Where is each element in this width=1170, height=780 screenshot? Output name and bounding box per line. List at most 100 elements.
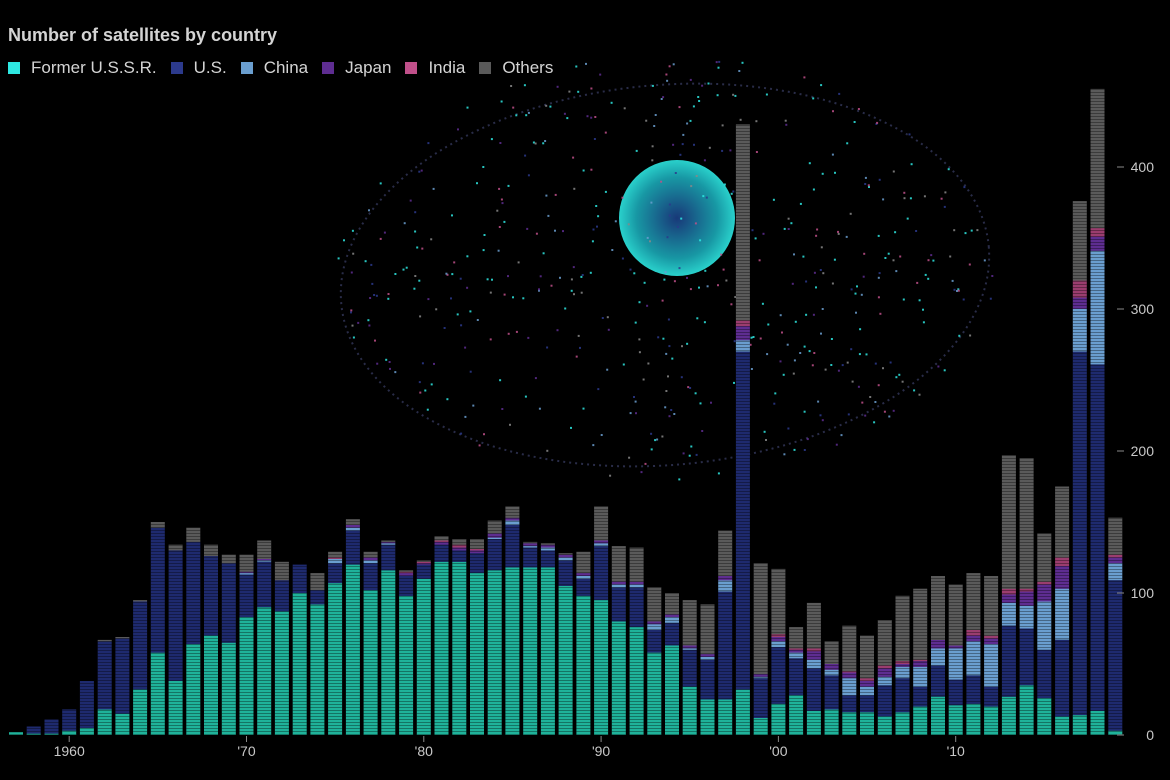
bar-segment-texture [558, 553, 573, 555]
bar-segment-texture [239, 617, 254, 735]
satellite-dot [859, 328, 862, 331]
satellite-dot [840, 434, 843, 437]
bar-segment-texture [860, 695, 874, 713]
satellite-dot [693, 143, 695, 146]
bar-segment-texture [611, 581, 626, 585]
bar-segment-texture [877, 685, 892, 717]
bar-segment-texture [895, 678, 910, 713]
bar-segment-texture [611, 621, 626, 735]
bar-segment-texture [931, 665, 945, 697]
satellite-dot [482, 166, 485, 168]
bar-segment-texture [806, 668, 821, 711]
bar-segment-texture [576, 578, 591, 596]
bar-segment-texture [877, 716, 892, 735]
bar-stack [966, 573, 981, 735]
bar-segment-texture [523, 546, 538, 548]
satellite-dot [644, 462, 647, 465]
satellite-dot [544, 140, 547, 142]
bar-segment-texture [1019, 591, 1034, 606]
satellite-dot [877, 276, 880, 279]
satellite-dot [650, 448, 653, 451]
satellite-dot [876, 121, 879, 124]
bar-segment-texture [665, 614, 679, 618]
satellite-dot [627, 223, 630, 226]
bar-segment-texture [257, 607, 272, 735]
bar-segment-texture [558, 560, 573, 586]
satellite-dot [374, 339, 376, 342]
satellite-dot [498, 187, 501, 190]
satellite-dot [832, 110, 834, 113]
satellite-dot [681, 345, 683, 348]
satellite-dot [575, 65, 578, 68]
satellite-dot [352, 336, 355, 339]
satellite-dot [678, 267, 681, 270]
satellite-dot [864, 176, 867, 179]
satellite-dot [649, 240, 651, 243]
bar-stack [62, 709, 77, 735]
bar-stack [505, 506, 520, 735]
satellite-dot [606, 368, 609, 371]
satellite-dot [611, 249, 614, 251]
bar-segment-texture [1072, 715, 1087, 735]
satellite-dot [563, 112, 566, 115]
bar-segment-texture [257, 561, 272, 608]
bar-segment-texture [292, 593, 307, 735]
satellite-dot [402, 268, 405, 271]
satellite-dot [503, 293, 506, 296]
satellite-dot [834, 171, 836, 174]
satellite-dot [856, 285, 858, 288]
satellite-dot [730, 303, 733, 306]
satellite-dot [983, 259, 986, 262]
bar-segment-texture [133, 601, 148, 690]
satellite-dot [490, 138, 493, 141]
satellite-dot [803, 76, 806, 79]
bar-segment-texture [416, 563, 431, 565]
satellite-dot [414, 275, 417, 277]
satellite-dot [515, 330, 518, 333]
satellite-dot [464, 346, 467, 349]
bar-segment-texture [753, 678, 768, 718]
bar-segment-texture [257, 540, 272, 559]
satellite-dot [969, 334, 972, 337]
satellite-dot [850, 288, 853, 291]
x-tick-label: '80 [415, 743, 433, 759]
satellite-dot [867, 184, 870, 187]
satellite-dot [703, 321, 706, 324]
satellite-dot [695, 175, 698, 177]
satellite-dot [689, 78, 692, 81]
satellite-dot [573, 187, 576, 190]
bar-stack [26, 726, 41, 735]
bar-segment-texture [434, 541, 449, 545]
satellite-dot [674, 172, 677, 174]
bar-segment-texture [434, 540, 449, 542]
satellite-dot [759, 337, 762, 340]
satellite-dot [635, 149, 638, 152]
satellite-dot [686, 342, 689, 345]
bar-segment-texture [239, 554, 254, 572]
satellite-dot [858, 353, 861, 356]
bar-segment-texture [931, 648, 945, 666]
satellite-dot [819, 269, 822, 271]
bar-segment-texture [133, 600, 148, 602]
bar-segment-texture [79, 727, 94, 735]
satellite-dot [689, 119, 692, 122]
bar-segment-texture [966, 703, 981, 735]
satellite-dot [874, 401, 877, 403]
bar-segment-texture [895, 712, 910, 735]
bar-segment-texture [363, 557, 378, 561]
satellite-dot [878, 272, 881, 275]
satellite-dot [371, 282, 374, 285]
satellite-dot [943, 369, 946, 372]
satellite-dot [489, 291, 492, 294]
satellite-dot [476, 319, 479, 321]
bar-stack [434, 536, 449, 735]
bar-segment-texture [487, 570, 502, 735]
satellite-dot [767, 323, 770, 326]
bar-segment-texture [1037, 533, 1052, 582]
satellite-dot [512, 296, 514, 299]
satellite-dot [416, 246, 419, 249]
satellite-dot [379, 182, 382, 185]
bar-segment-texture [1072, 351, 1087, 716]
y-axis: 0 100 200 300 400 [1117, 159, 1154, 743]
bar-segment-texture [1001, 625, 1016, 697]
